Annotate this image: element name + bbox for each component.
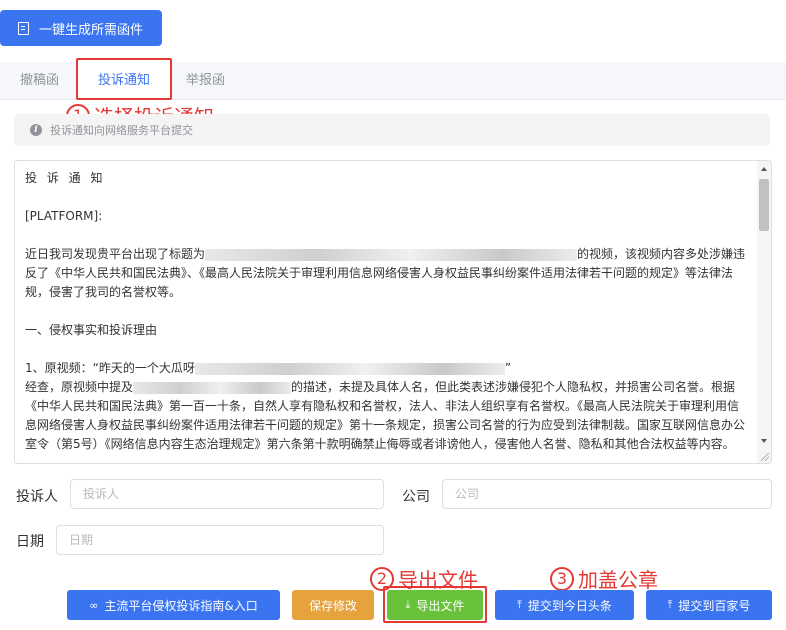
letter-item-1: 1、原视频：“昨天的一个大瓜呀” (25, 361, 512, 375)
info-icon: i (30, 124, 42, 136)
letter-platform: [PLATFORM]: (25, 209, 103, 223)
tab-report-letter[interactable]: 举报函 (186, 62, 225, 100)
annotation-step-3-text: 加盖公章 (578, 568, 658, 592)
letter-paragraph-2: 经查，原视频中提及 的描述，未提及具体人名，但此类表述涉嫌侵犯个人隐私权，并损害公… (25, 380, 746, 451)
info-alert: i 投诉通知向网络服务平台提交 (14, 114, 770, 146)
submit-toutiao-button[interactable]: ⤒ 提交到今日头条 (495, 590, 634, 620)
annotation-highlight-export (383, 586, 487, 623)
submit-toutiao-label: 提交到今日头条 (527, 598, 612, 613)
redacted-video-title (205, 248, 578, 261)
letter-section-1: 一、侵权事实和投诉理由 (25, 323, 158, 337)
letter-textarea[interactable]: 投 诉 通 知 [PLATFORM]: 近日我司发现贵平台出现了标题为 的视频，该… (14, 160, 772, 464)
scrollbar-thumb[interactable] (759, 179, 769, 231)
scroll-down-icon[interactable] (761, 439, 767, 443)
letter-paragraph-1: 近日我司发现贵平台出现了标题为 的视频，该视频内容多处涉嫌违反了《中华人民共和国民… (25, 247, 746, 299)
platform-guide-label: 主流平台侵权投诉指南&入口 (104, 598, 258, 613)
upload-icon: ⤒ (667, 598, 673, 611)
annotation-step-3: 3 加盖公章 (550, 564, 658, 593)
date-label: 日期 (16, 534, 44, 550)
submit-baijiahao-label: 提交到百家号 (678, 598, 751, 613)
tab-withdraw-letter[interactable]: 撤稿函 (20, 62, 59, 100)
company-label: 公司 (402, 489, 430, 505)
save-changes-label: 保存修改 (308, 598, 357, 613)
letter-scrollbar[interactable] (757, 161, 771, 463)
document-icon (18, 21, 29, 35)
date-input[interactable] (56, 525, 384, 555)
letter-title: 投 诉 通 知 (25, 171, 106, 185)
redacted-video-name (194, 362, 505, 375)
upload-icon: ⤒ (517, 598, 522, 611)
resize-handle-icon[interactable] (761, 453, 769, 461)
info-alert-text: 投诉通知向网络服务平台提交 (50, 124, 193, 137)
complainant-label: 投诉人 (16, 489, 58, 505)
platform-guide-button[interactable]: ∞ 主流平台侵权投诉指南&入口 (67, 590, 280, 620)
scroll-up-icon[interactable] (761, 167, 767, 171)
link-icon: ∞ (89, 598, 99, 612)
generate-letters-label: 一键生成所需函件 (39, 22, 144, 38)
submit-baijiahao-button[interactable]: ⤒ 提交到百家号 (646, 590, 772, 620)
redacted-description (133, 381, 292, 394)
complainant-input[interactable] (70, 479, 384, 509)
letter-content[interactable]: 投 诉 通 知 [PLATFORM]: 近日我司发现贵平台出现了标题为 的视频，该… (15, 161, 757, 463)
annotation-step-3-number: 3 (550, 566, 574, 591)
save-changes-button[interactable]: 保存修改 (292, 590, 374, 620)
annotation-highlight-tab (76, 58, 172, 100)
generate-letters-button[interactable]: 一键生成所需函件 (0, 10, 162, 46)
company-input[interactable] (442, 479, 772, 509)
